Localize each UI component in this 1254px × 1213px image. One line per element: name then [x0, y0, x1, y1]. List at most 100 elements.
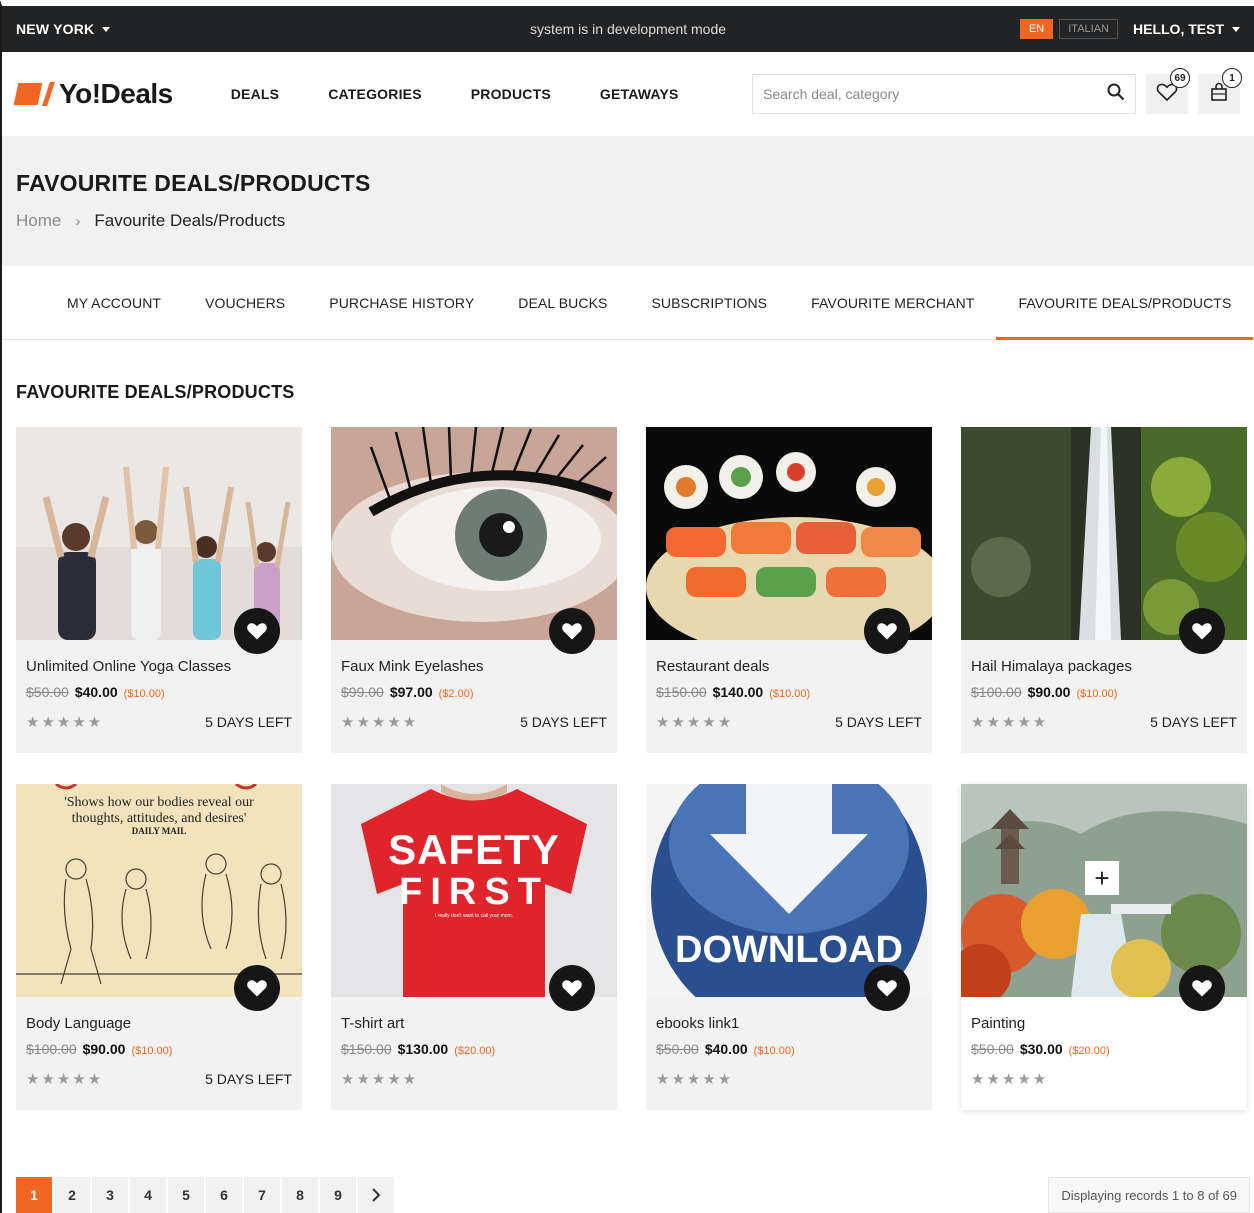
deal-card[interactable]: + Painting $50.00 $30.00 ($20.00) ★★★★★ [961, 784, 1247, 1110]
page-3-button[interactable]: 3 [92, 1177, 128, 1213]
main-nav: DEALS CATEGORIES PRODUCTS GETAWAYS [231, 86, 728, 102]
page-banner: FAVOURITE DEALS/PRODUCTS Home › Favourit… [2, 136, 1254, 266]
tab-vouchers[interactable]: VOUCHERS [183, 266, 307, 340]
savings: ($10.00) [753, 1045, 795, 1057]
logo-text: Yo!Deals [59, 78, 173, 109]
search-icon[interactable] [1107, 83, 1125, 106]
favourite-heart-button[interactable] [549, 965, 595, 1011]
add-plus-icon[interactable]: + [1085, 861, 1119, 895]
deal-price: $100.00 $90.00 ($10.00) [971, 684, 1117, 700]
star-rating-icon: ★★★★★ [971, 714, 1049, 731]
old-price: $150.00 [341, 1041, 392, 1057]
breadcrumb-home-link[interactable]: Home [16, 211, 61, 231]
tab-deal-bucks[interactable]: DEAL BUCKS [496, 266, 629, 340]
deal-card[interactable]: SAFETY FIRST I really don't want to call… [331, 784, 617, 1110]
deal-title[interactable]: Unlimited Online Yoga Classes [26, 658, 231, 675]
next-page-button[interactable] [358, 1177, 394, 1213]
deal-title[interactable]: Restaurant deals [656, 658, 769, 675]
search-box [752, 74, 1136, 114]
nav-products[interactable]: PRODUCTS [471, 86, 551, 102]
nav-categories[interactable]: CATEGORIES [328, 86, 422, 102]
favourite-heart-button[interactable] [864, 608, 910, 654]
savings: ($10.00) [131, 1045, 173, 1057]
deal-title[interactable]: T-shirt art [341, 1015, 404, 1032]
cart-button[interactable]: 1 [1198, 68, 1242, 114]
old-price: $100.00 [26, 1041, 77, 1057]
star-rating-icon: ★★★★★ [341, 1071, 419, 1088]
days-left: 5 DAYS LEFT [835, 714, 922, 730]
page-title: FAVOURITE DEALS/PRODUCTS [16, 170, 371, 196]
tab-my-account[interactable]: MY ACCOUNT [45, 266, 183, 340]
nav-deals[interactable]: DEALS [231, 86, 279, 102]
deal-card[interactable]: Faux Mink Eyelashes $99.00 $97.00 ($2.00… [331, 427, 617, 753]
tab-purchase-history[interactable]: PURCHASE HISTORY [307, 266, 496, 340]
deal-card[interactable]: Unlimited Online Yoga Classes $50.00 $40… [16, 427, 302, 753]
star-rating-icon: ★★★★★ [656, 714, 734, 731]
deal-price: $50.00 $40.00 ($10.00) [656, 1041, 795, 1057]
favourite-heart-button[interactable] [234, 608, 280, 654]
deal-card[interactable]: DOWNLOAD ebooks link1 $50.00 $40.00 ($10… [646, 784, 932, 1110]
star-rating-icon: ★★★★★ [971, 1071, 1049, 1088]
deal-price: $99.00 $97.00 ($2.00) [341, 684, 474, 700]
star-rating-icon: ★★★★★ [341, 714, 419, 731]
page-4-button[interactable]: 4 [130, 1177, 166, 1213]
wishlist-count-badge: 69 [1170, 68, 1190, 88]
new-price: $130.00 [397, 1041, 449, 1057]
savings: ($10.00) [1076, 688, 1118, 700]
favourite-heart-button[interactable] [1179, 608, 1225, 654]
deal-title[interactable]: ebooks link1 [656, 1015, 739, 1032]
breadcrumb-current: Favourite Deals/Products [94, 211, 286, 230]
favourite-heart-button[interactable] [234, 965, 280, 1011]
heart-icon [247, 980, 267, 997]
logo-mark-icon [13, 83, 43, 105]
chevron-right-icon: › [75, 212, 81, 230]
deal-card[interactable]: 'Shows how our bodies reveal our thought… [16, 784, 302, 1110]
new-price: $40.00 [704, 1041, 748, 1057]
star-rating-icon: ★★★★★ [26, 714, 104, 731]
deal-title[interactable]: Body Language [26, 1015, 131, 1032]
days-left: 5 DAYS LEFT [1150, 714, 1237, 730]
page-1-button[interactable]: 1 [16, 1177, 52, 1213]
tab-favourite-merchant[interactable]: FAVOURITE MERCHANT [789, 266, 996, 340]
deal-card[interactable]: Restaurant deals $150.00 $140.00 ($10.00… [646, 427, 932, 753]
favourite-heart-button[interactable] [1179, 965, 1225, 1011]
heart-icon [1192, 623, 1212, 640]
deal-price: $100.00 $90.00 ($10.00) [26, 1041, 172, 1057]
favourite-heart-button[interactable] [864, 965, 910, 1011]
main-header: Yo!Deals DEALS CATEGORIES PRODUCTS GETAW… [2, 52, 1254, 136]
language-italian-button[interactable]: ITALIAN [1059, 19, 1118, 39]
tab-subscriptions[interactable]: SUBSCRIPTIONS [629, 266, 789, 340]
new-price: $97.00 [389, 684, 433, 700]
shirt-text-line1: SAFETY [388, 826, 560, 873]
search-input[interactable] [763, 86, 1107, 102]
page-5-button[interactable]: 5 [168, 1177, 204, 1213]
page-9-button[interactable]: 9 [320, 1177, 356, 1213]
language-en-button[interactable]: EN [1019, 19, 1054, 39]
chevron-right-icon [372, 1188, 381, 1202]
new-price: $140.00 [712, 684, 764, 700]
star-rating-icon: ★★★★★ [26, 1071, 104, 1088]
wishlist-button[interactable]: 69 [1146, 68, 1190, 114]
deal-title[interactable]: Hail Himalaya packages [971, 658, 1132, 675]
tab-favourite-deals-products[interactable]: FAVOURITE DEALS/PRODUCTS [996, 266, 1254, 340]
city-selector[interactable]: NEW YORK [16, 21, 111, 37]
heart-icon [1192, 980, 1212, 997]
deal-title[interactable]: Faux Mink Eyelashes [341, 658, 484, 675]
pagination: 1 2 3 4 5 6 7 8 9 [16, 1177, 394, 1213]
deal-title[interactable]: Painting [971, 1015, 1025, 1032]
page-7-button[interactable]: 7 [244, 1177, 280, 1213]
deal-price: $150.00 $140.00 ($10.00) [656, 684, 810, 700]
deal-card[interactable]: Hail Himalaya packages $100.00 $90.00 ($… [961, 427, 1247, 753]
page-2-button[interactable]: 2 [54, 1177, 90, 1213]
caret-down-icon [1232, 26, 1240, 32]
breadcrumb: Home › Favourite Deals/Products [16, 211, 1240, 231]
heart-icon [877, 980, 897, 997]
favourite-heart-button[interactable] [549, 608, 595, 654]
old-price: $100.00 [971, 684, 1022, 700]
nav-getaways[interactable]: GETAWAYS [600, 86, 679, 102]
logo[interactable]: Yo!Deals [13, 78, 173, 110]
page-6-button[interactable]: 6 [206, 1177, 242, 1213]
user-menu[interactable]: HELLO, TEST [1133, 21, 1240, 37]
page-8-button[interactable]: 8 [282, 1177, 318, 1213]
heart-icon [247, 623, 267, 640]
